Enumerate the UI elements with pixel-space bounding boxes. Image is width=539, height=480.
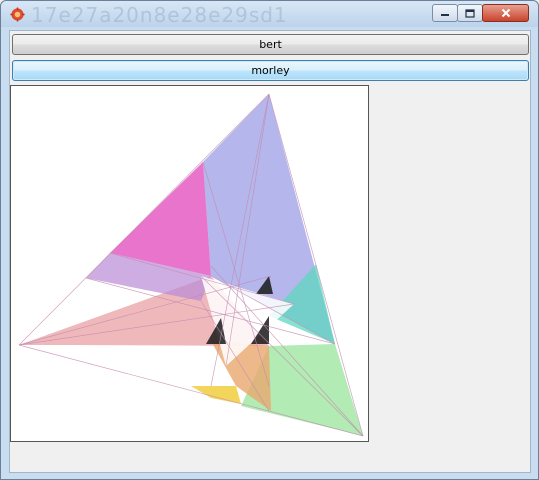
drawing-canvas[interactable]	[10, 85, 369, 442]
bert-button[interactable]: bert	[12, 34, 529, 55]
title-bar-background-text: 17e27a20n8e28e29sd1	[31, 3, 288, 27]
morley-triangle-drawing	[18, 93, 364, 437]
close-icon	[501, 8, 510, 18]
minimize-button[interactable]	[432, 4, 458, 22]
maximize-icon	[465, 8, 475, 18]
title-bar[interactable]: 17e27a20n8e28e29sd1	[1, 1, 538, 27]
app-gear-icon[interactable]	[10, 7, 25, 22]
app-window: 17e27a20n8e28e29sd1 bert morley	[0, 0, 539, 480]
maximize-button[interactable]	[457, 4, 483, 22]
morley-button[interactable]: morley	[12, 60, 529, 81]
close-button[interactable]	[482, 4, 529, 22]
minimize-icon	[441, 14, 449, 16]
client-area: bert morley	[9, 30, 531, 473]
yellow-triangle	[191, 386, 241, 404]
